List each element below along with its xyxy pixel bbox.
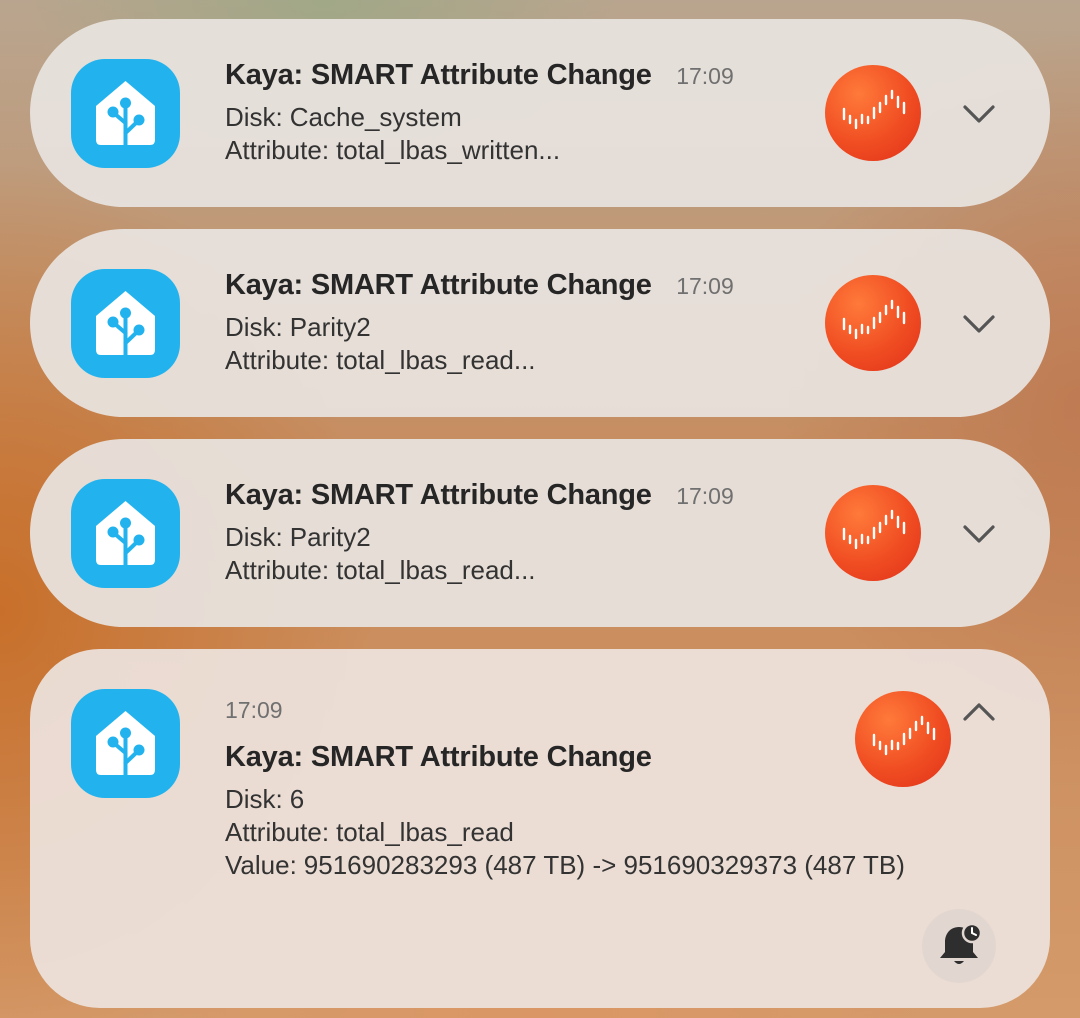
notification-title: Kaya: SMART Attribute Change (225, 59, 652, 91)
notification-card-1[interactable]: Kaya: SMART Attribute Change 17:09 Disk:… (30, 19, 1050, 207)
disk-label: Disk: (225, 522, 283, 552)
disk-line: Disk: Parity2 (225, 311, 734, 344)
chevron-down-icon[interactable] (959, 303, 999, 343)
disk-label: Disk: (225, 312, 283, 342)
chevron-down-icon[interactable] (959, 513, 999, 553)
disk-line: Disk: Cache_system (225, 101, 734, 134)
grafana-icon (825, 65, 921, 161)
attribute-value: total_lbas_read (336, 817, 514, 847)
attribute-label: Attribute: (225, 817, 330, 847)
notification-text: Kaya: SMART Attribute Change 17:09 Disk:… (225, 479, 734, 587)
disk-value: Parity2 (289, 522, 371, 552)
disk-line: Disk: 6 (225, 783, 905, 816)
attribute-line: Attribute: total_lbas_read... (225, 554, 734, 587)
attribute-line: Attribute: total_lbas_written... (225, 134, 734, 167)
attribute-value: total_lbas_read... (336, 345, 536, 375)
attribute-value: total_lbas_read... (336, 555, 536, 585)
home-assistant-icon (71, 269, 180, 378)
grafana-icon (825, 275, 921, 371)
value-value: 951690283293 (487 TB) -> 951690329373 (4… (303, 850, 905, 880)
notification-text: Kaya: SMART Attribute Change 17:09 Disk:… (225, 59, 734, 167)
notification-time: 17:09 (676, 483, 734, 509)
notification-title: Kaya: SMART Attribute Change (225, 269, 652, 301)
notification-card-expanded[interactable]: 17:09 Kaya: SMART Attribute Change Disk:… (30, 649, 1050, 1008)
notification-text: 17:09 Kaya: SMART Attribute Change Disk:… (225, 697, 905, 882)
attribute-label: Attribute: (225, 135, 330, 165)
grafana-icon (855, 691, 951, 787)
notification-time: 17:09 (676, 273, 734, 299)
notification-card-2[interactable]: Kaya: SMART Attribute Change 17:09 Disk:… (30, 229, 1050, 417)
notification-time: 17:09 (676, 63, 734, 89)
disk-value: Parity2 (289, 312, 371, 342)
disk-value: 6 (289, 784, 305, 814)
disk-value: Cache_system (289, 102, 462, 132)
grafana-icon (825, 485, 921, 581)
disk-label: Disk: (225, 784, 283, 814)
home-assistant-icon (71, 479, 180, 588)
value-line: Value: 951690283293 (487 TB) -> 951690329… (225, 849, 905, 882)
notification-card-3[interactable]: Kaya: SMART Attribute Change 17:09 Disk:… (30, 439, 1050, 627)
notification-text: Kaya: SMART Attribute Change 17:09 Disk:… (225, 269, 734, 377)
notification-title: Kaya: SMART Attribute Change (225, 741, 652, 773)
attribute-line: Attribute: total_lbas_read... (225, 344, 734, 377)
notification-time: 17:09 (225, 697, 283, 723)
chevron-down-icon[interactable] (959, 93, 999, 133)
disk-line: Disk: Parity2 (225, 521, 734, 554)
attribute-label: Attribute: (225, 345, 330, 375)
notification-title: Kaya: SMART Attribute Change (225, 479, 652, 511)
attribute-line: Attribute: total_lbas_read (225, 816, 905, 849)
attribute-value: total_lbas_written... (336, 135, 561, 165)
attribute-label: Attribute: (225, 555, 330, 585)
value-label: Value: (225, 850, 297, 880)
home-assistant-icon (71, 59, 180, 168)
home-assistant-icon (71, 689, 180, 798)
bell-snooze-icon[interactable] (922, 909, 996, 983)
chevron-up-icon[interactable] (959, 693, 999, 733)
disk-label: Disk: (225, 102, 283, 132)
